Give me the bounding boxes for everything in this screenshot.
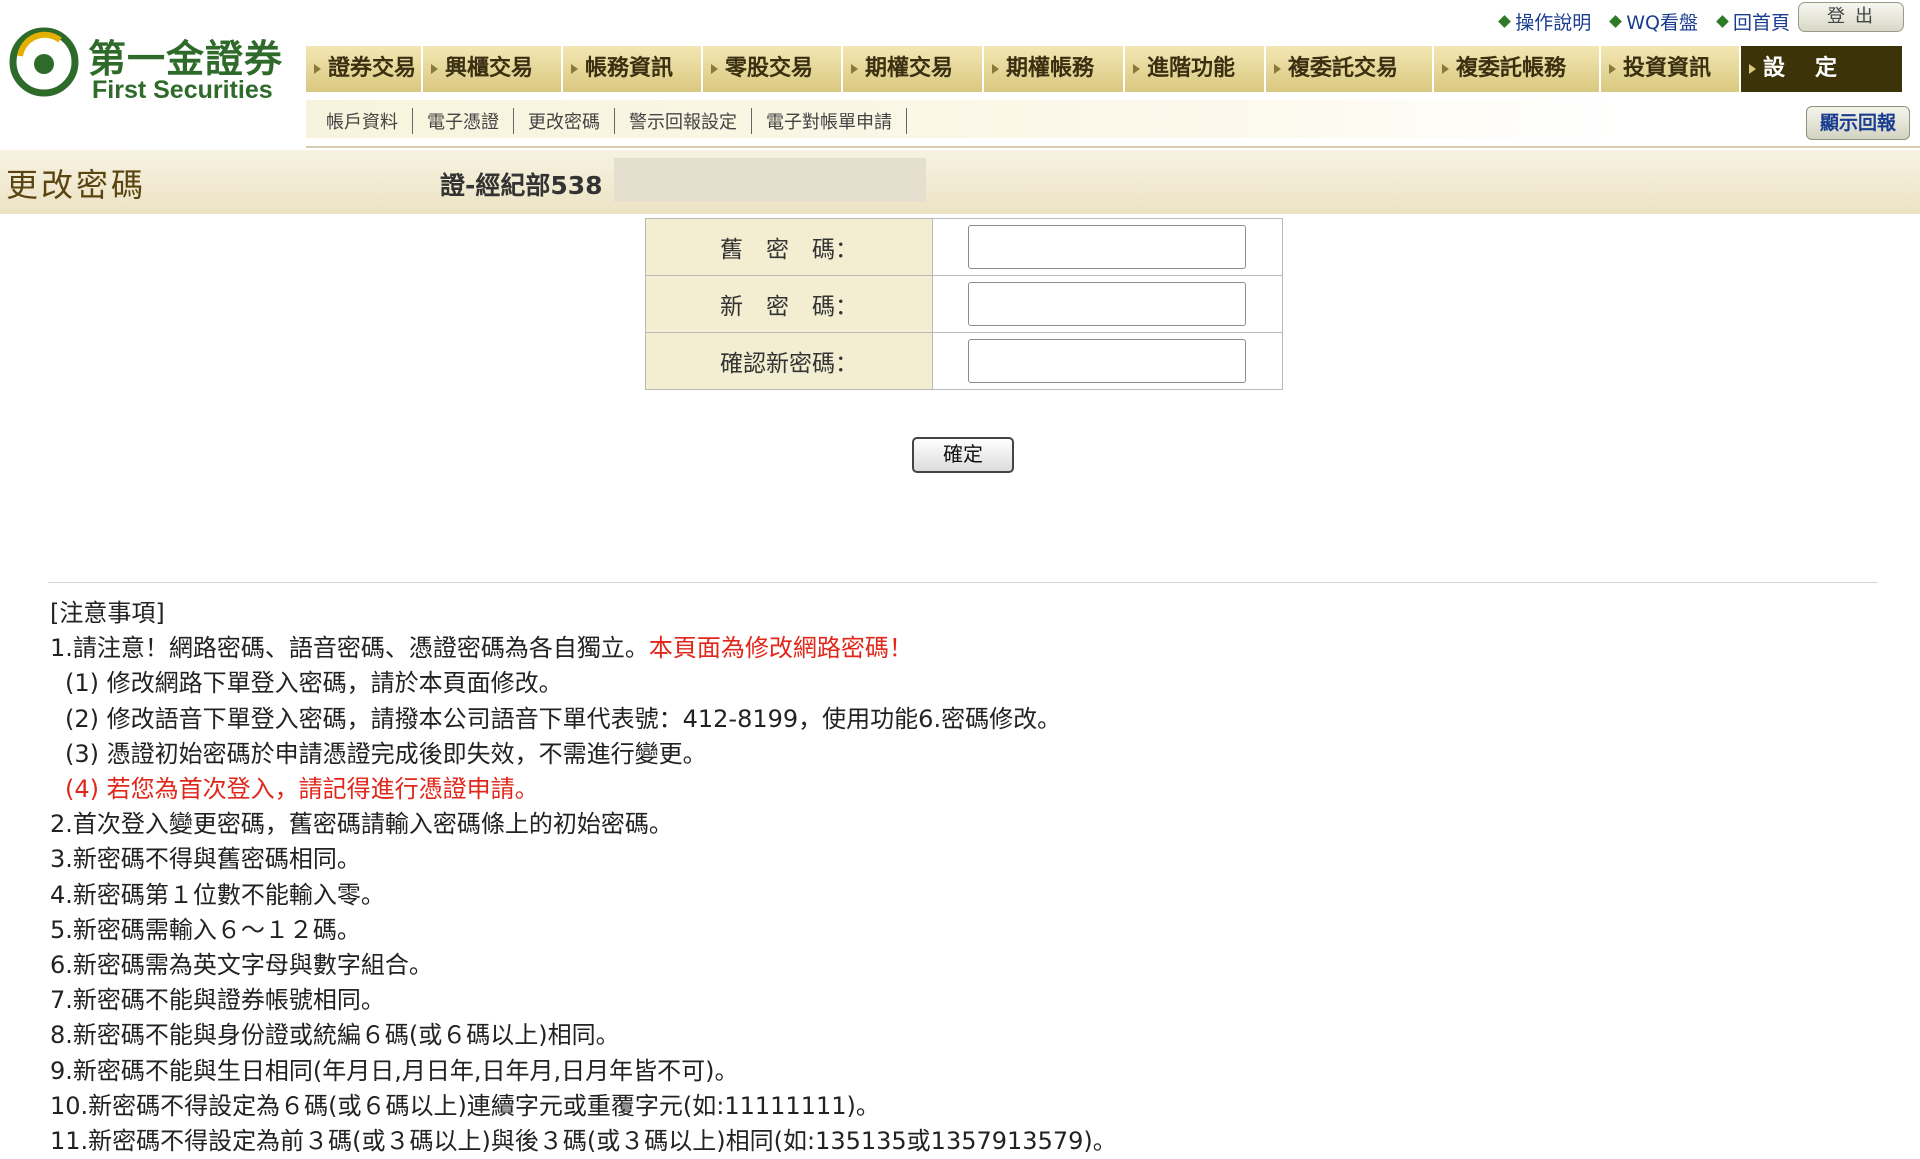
subnav-e-certificate[interactable]: 電子憑證 (413, 108, 514, 134)
sub-nav: 帳戶資料 電子憑證 更改密碼 警示回報設定 電子對帳單申請 (318, 108, 907, 134)
first-securities-logo-icon (9, 27, 79, 97)
note-item-9: 9.新密碼不能與生日相同(年月日,月日年,日年月,日月年皆不可)。 (50, 1056, 739, 1085)
nav-advanced-functions[interactable]: 進階功能 (1125, 46, 1266, 92)
account-label: 證-經紀部538 (440, 171, 603, 200)
form-row-new-password: 新 密 碼： (645, 275, 1283, 333)
page-title: 更改密碼 (6, 166, 147, 204)
subnav-alert-report-settings[interactable]: 警示回報設定 (615, 108, 752, 134)
top-links: 操作說明 WQ看盤 回首頁 (1498, 8, 1790, 35)
note-item-3: 3.新密碼不得與舊密碼相同。 (50, 845, 361, 874)
note-item-10: 10.新密碼不得設定為６碼(或６碼以上)連續字元或重覆字元(如:11111111… (50, 1091, 880, 1120)
new-password-cell (932, 275, 1283, 333)
header: 第一金證券 First Securities 操作說明 WQ看盤 回首頁 登出 … (0, 0, 1920, 150)
form-row-confirm-password: 確認新密碼： (645, 332, 1283, 390)
note-item-1-sub-2: (2) 修改語音下單登入密碼，請撥本公司語音下單代表號：412-8199，使用功… (65, 704, 1062, 733)
note-item-2: 2.首次登入變更密碼，舊密碼請輸入密碼條上的初始密碼。 (50, 810, 673, 839)
nav-futures-options-account[interactable]: 期權帳務 (984, 46, 1125, 92)
top-link-label: 操作說明 (1515, 12, 1592, 34)
sub-nav-bar: 帳戶資料 電子憑證 更改密碼 警示回報設定 電子對帳單申請 (306, 100, 1626, 138)
note-item-1-sub-4: (4) 若您為首次登入，請記得進行憑證申請。 (65, 775, 539, 804)
nav-securities-trading[interactable]: 證券交易 (306, 46, 423, 92)
top-link-wq-quote[interactable]: WQ看盤 (1609, 8, 1698, 35)
note-item-4: 4.新密碼第１位數不能輸入零。 (50, 880, 385, 909)
diamond-bullet-icon (1716, 15, 1729, 28)
notes-divider (48, 582, 1878, 583)
top-link-label: WQ看盤 (1626, 12, 1698, 34)
main-nav: 證券交易 興櫃交易 帳務資訊 零股交易 期權交易 期權帳務 進階功能 複委託交易… (306, 46, 1902, 92)
top-link-label: 回首頁 (1732, 12, 1790, 34)
note-item-1-sub-1: (1) 修改網路下單登入密碼，請於本頁面修改。 (65, 669, 563, 698)
diamond-bullet-icon (1609, 15, 1623, 28)
confirm-password-input[interactable] (968, 339, 1246, 383)
page-title-bar: 更改密碼 證-經紀部538 (0, 150, 1920, 214)
note-item-8: 8.新密碼不能與身份證或統編６碼(或６碼以上)相同。 (50, 1021, 620, 1050)
old-password-label: 舊 密 碼： (645, 218, 933, 276)
note-item-6: 6.新密碼需為英文字母與數字組合。 (50, 951, 433, 980)
show-report-button[interactable]: 顯示回報 (1806, 106, 1910, 140)
brand-name-cn: 第一金證券 (88, 37, 284, 81)
form-row-old-password: 舊 密 碼： (645, 218, 1283, 276)
note-item-11: 11.新密碼不得設定為前３碼(或３碼以上)與後３碼(或３碼以上)相同(如:135… (50, 1127, 1117, 1156)
note-item-1-text: 1.請注意！網路密碼、語音密碼、憑證密碼為各自獨立。 (50, 634, 649, 663)
confirm-password-cell (932, 332, 1283, 390)
note-item-5: 5.新密碼需輸入６～１２碼。 (50, 915, 361, 944)
old-password-cell (932, 218, 1283, 276)
header-divider (306, 146, 1920, 148)
brand-name-en: First Securities (92, 76, 273, 104)
notes-heading: [注意事項] (50, 599, 165, 627)
top-link-home[interactable]: 回首頁 (1716, 8, 1790, 35)
account-redacted-area (614, 158, 926, 202)
new-password-label: 新 密 碼： (645, 275, 933, 333)
logout-button[interactable]: 登出 (1798, 2, 1904, 32)
nav-odd-lot-trading[interactable]: 零股交易 (703, 46, 843, 92)
confirm-password-label: 確認新密碼： (645, 332, 933, 390)
note-item-7: 7.新密碼不能與證券帳號相同。 (50, 986, 385, 1015)
nav-emerging-trading[interactable]: 興櫃交易 (423, 46, 563, 92)
nav-settings[interactable]: 設定 (1741, 46, 1902, 92)
old-password-input[interactable] (968, 225, 1246, 269)
note-item-1-highlight: 本頁面為修改網路密碼！ (648, 634, 913, 663)
note-item-1: 1.請注意！網路密碼、語音密碼、憑證密碼為各自獨立。本頁面為修改網路密碼！ (50, 631, 1450, 666)
diamond-bullet-icon (1498, 15, 1512, 28)
top-link-help[interactable]: 操作說明 (1498, 8, 1592, 35)
nav-account-info[interactable]: 帳務資訊 (563, 46, 703, 92)
change-password-form: 舊 密 碼： 新 密 碼： 確認新密碼： (645, 218, 1283, 390)
nav-sub-brokerage-account[interactable]: 複委託帳務 (1434, 46, 1601, 92)
note-item-1-sub-3: (3) 憑證初始密碼於申請憑證完成後即失效，不需進行變更。 (65, 739, 707, 768)
confirm-button[interactable]: 確定 (912, 437, 1014, 473)
brand-logo[interactable]: 第一金證券 First Securities (8, 22, 298, 112)
notes-section: [注意事項] 1.請注意！網路密碼、語音密碼、憑證密碼為各自獨立。本頁面為修改網… (50, 596, 1450, 1159)
subnav-e-statement-application[interactable]: 電子對帳單申請 (752, 108, 907, 134)
nav-investment-info[interactable]: 投資資訊 (1601, 46, 1741, 92)
nav-futures-options-trading[interactable]: 期權交易 (843, 46, 984, 92)
subnav-change-password[interactable]: 更改密碼 (514, 108, 615, 134)
subnav-account-data[interactable]: 帳戶資料 (318, 108, 413, 134)
new-password-input[interactable] (968, 282, 1246, 326)
nav-sub-brokerage-trading[interactable]: 複委託交易 (1266, 46, 1434, 92)
